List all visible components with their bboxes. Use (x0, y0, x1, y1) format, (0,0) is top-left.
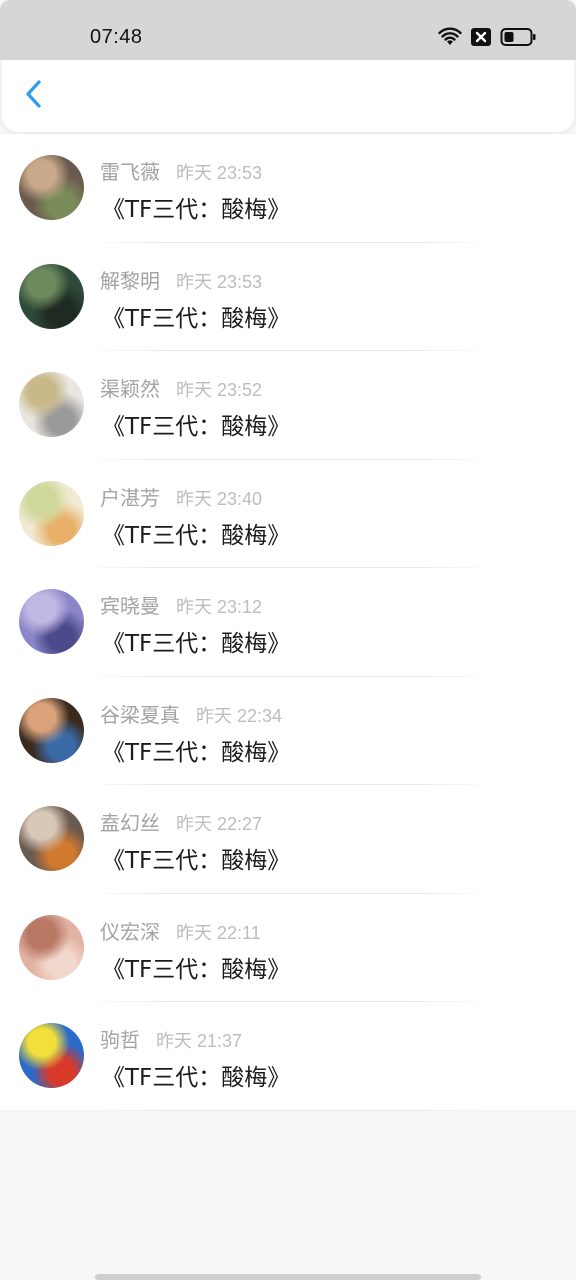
avatar[interactable] (19, 263, 84, 329)
comment-time: 昨天 23:53 (176, 271, 263, 292)
avatar[interactable] (19, 589, 84, 654)
back-button[interactable] (18, 80, 50, 112)
comment-time: 昨天 21:37 (156, 1031, 243, 1051)
status-icons (438, 27, 536, 51)
commenter-name[interactable]: 雷飞薇 (100, 156, 160, 185)
status-time: 07:48 (90, 26, 143, 48)
divider (84, 1109, 494, 1111)
comment-time: 昨天 22:34 (196, 705, 283, 726)
comment-time: 昨天 22:27 (176, 814, 263, 834)
avatar[interactable] (19, 697, 84, 763)
comment-time: 昨天 23:53 (176, 163, 263, 183)
comment-text: 《TF三代：酸梅》 (102, 305, 291, 332)
comment-text: 《TF三代：酸梅》 (102, 522, 291, 549)
avatar[interactable] (19, 806, 84, 871)
avatar[interactable] (19, 372, 84, 437)
comment-text: 《TF三代：酸梅》 (102, 414, 291, 440)
comment-text: 《TF三代：酸梅》 (102, 848, 291, 874)
list-item[interactable]: 雷飞薇 昨天 23:53 《TF三代：酸梅》 (0, 134, 576, 243)
list-item[interactable]: 宾晓曼 昨天 23:12 《TF三代：酸梅》 (0, 568, 576, 677)
list-item[interactable]: 驹哲 昨天 21:37 《TF三代：酸梅》 (0, 1002, 576, 1111)
list-item[interactable]: 渠颖然 昨天 23:52 《TF三代：酸梅》 (0, 351, 576, 460)
comment-text: 《TF三代：酸梅》 (102, 956, 291, 983)
avatar[interactable] (19, 1023, 84, 1088)
comment-list: 雷飞薇 昨天 23:53 《TF三代：酸梅》 解黎明 昨天 23:53 《TF三代：酸梅》… (0, 134, 576, 1111)
comment-time: 昨天 23:40 (176, 488, 263, 509)
header-bar (2, 60, 574, 132)
comment-text: 《TF三代：酸梅》 (102, 197, 291, 223)
avatar[interactable] (19, 155, 84, 220)
commenter-name[interactable]: 谷梁夏真 (100, 699, 180, 728)
comment-time: 昨天 23:52 (176, 380, 263, 400)
commenter-name[interactable]: 仪宏深 (100, 916, 160, 945)
comment-text: 《TF三代：酸梅》 (102, 739, 291, 766)
chevron-left-icon (24, 79, 44, 113)
commenter-name[interactable]: 户湛芳 (100, 482, 160, 511)
commenter-name[interactable]: 渠颖然 (100, 373, 160, 402)
commenter-name[interactable]: 盍幻丝 (100, 807, 160, 836)
list-item[interactable]: 谷梁夏真 昨天 22:34 《TF三代：酸梅》 (0, 677, 576, 785)
comment-text: 《TF三代：酸梅》 (102, 631, 291, 657)
avatar[interactable] (19, 480, 84, 546)
home-indicator (95, 1274, 481, 1280)
comment-time: 昨天 23:12 (176, 597, 263, 617)
comment-text: 《TF三代：酸梅》 (102, 1065, 291, 1091)
list-item[interactable]: 仪宏深 昨天 22:11 《TF三代：酸梅》 (0, 894, 576, 1002)
commenter-name[interactable]: 解黎明 (100, 265, 160, 294)
status-bar: 07:48 (0, 0, 576, 60)
list-item[interactable]: 盍幻丝 昨天 22:27 《TF三代：酸梅》 (0, 785, 576, 894)
sim-off-icon (470, 27, 492, 51)
commenter-name[interactable]: 驹哲 (100, 1024, 140, 1053)
avatar[interactable] (19, 914, 84, 980)
commenter-name[interactable]: 宾晓曼 (100, 590, 160, 619)
list-item[interactable]: 户湛芳 昨天 23:40 《TF三代：酸梅》 (0, 460, 576, 568)
comment-time: 昨天 22:11 (176, 922, 261, 943)
list-item[interactable]: 解黎明 昨天 23:53 《TF三代：酸梅》 (0, 243, 576, 351)
wifi-icon (438, 27, 462, 51)
battery-icon (500, 27, 536, 51)
